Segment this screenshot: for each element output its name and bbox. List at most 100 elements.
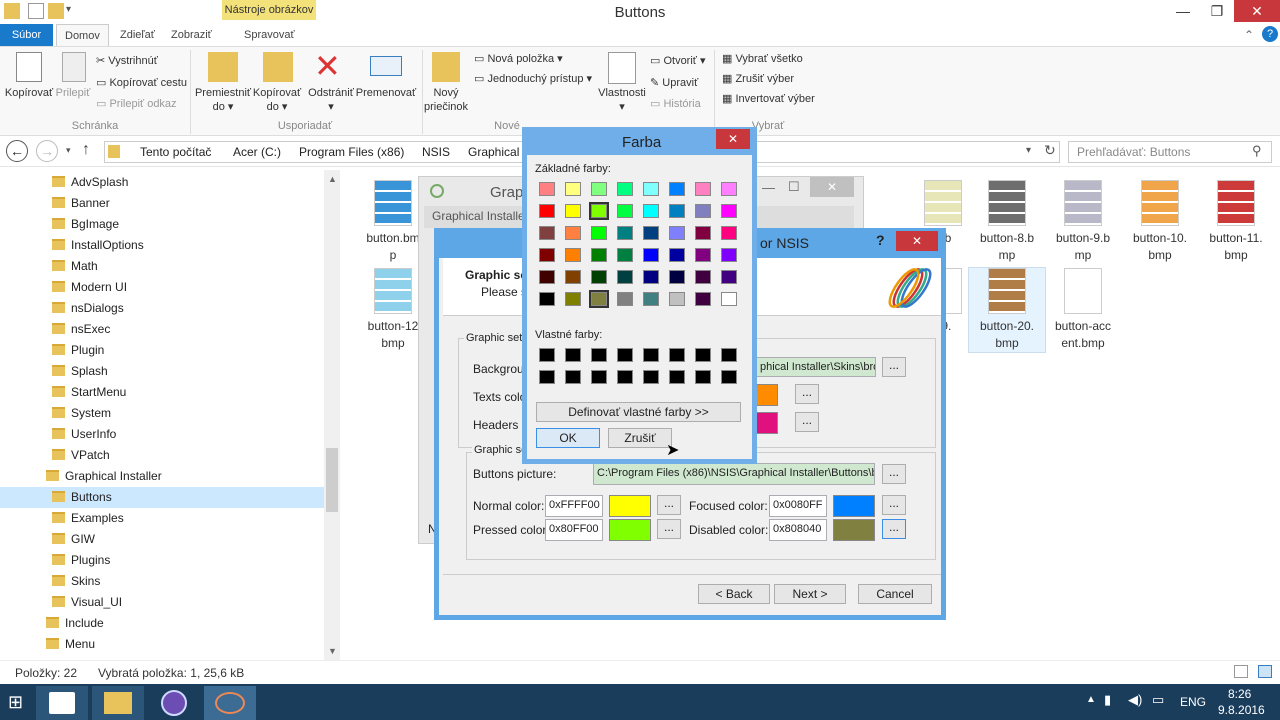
- normal-color-input[interactable]: 0xFFFF00: [545, 495, 603, 517]
- custom-color-swatch[interactable]: [565, 370, 581, 384]
- focused-color-browse-button[interactable]: ...: [882, 495, 906, 515]
- nav-item-bgimage[interactable]: BgImage: [0, 214, 324, 235]
- basic-color-swatch[interactable]: [617, 182, 633, 196]
- search-input[interactable]: Prehľadávať: Buttons: [1068, 141, 1272, 163]
- nav-item-installoptions[interactable]: InstallOptions: [0, 235, 324, 256]
- basic-color-swatch[interactable]: [643, 204, 659, 218]
- clock-date[interactable]: 9.8.2016: [1218, 703, 1265, 717]
- buttons-picture-input[interactable]: C:\Program Files (x86)\NSIS\Graphical In…: [593, 463, 875, 485]
- nav-item-nsdialogs[interactable]: nsDialogs: [0, 298, 324, 319]
- nav-item-banner[interactable]: Banner: [0, 193, 324, 214]
- open-button[interactable]: ▭ Otvoriť ▾: [650, 54, 706, 67]
- custom-color-swatch[interactable]: [565, 348, 581, 362]
- file-button-11[interactable]: button-11. bmp: [1198, 180, 1274, 264]
- new-folder-icon[interactable]: [48, 3, 64, 19]
- nav-item-modern-ui[interactable]: Modern UI: [0, 277, 324, 298]
- basic-color-swatch[interactable]: [669, 204, 685, 218]
- custom-color-swatch[interactable]: [591, 348, 607, 362]
- nav-item-buttons[interactable]: Buttons: [0, 487, 324, 508]
- ribbon-collapse-icon[interactable]: ⌃: [1244, 28, 1254, 42]
- nav-item-plugin[interactable]: Plugin: [0, 340, 324, 361]
- tab-share[interactable]: Zdieľať: [112, 24, 163, 46]
- file-button-9[interactable]: button-9.b mp: [1045, 180, 1121, 264]
- basic-color-swatch[interactable]: [539, 204, 555, 218]
- define-custom-colors-button[interactable]: Definovať vlastné farby >>: [536, 402, 741, 422]
- background-path-input[interactable]: phical Installer\Skins\bro: [756, 357, 876, 377]
- basic-color-swatch[interactable]: [695, 248, 711, 262]
- tab-view[interactable]: Zobraziť: [163, 24, 220, 46]
- address-dropdown-icon[interactable]: ▾: [1026, 145, 1031, 156]
- pressed-color-browse-button[interactable]: ...: [657, 519, 681, 539]
- basic-color-swatch[interactable]: [617, 226, 633, 240]
- nav-item-giw[interactable]: GIW: [0, 529, 324, 550]
- basic-color-swatch[interactable]: [565, 270, 581, 284]
- headers-color-browse-button[interactable]: ...: [795, 412, 819, 432]
- basic-color-swatch[interactable]: [669, 292, 685, 306]
- custom-color-swatch[interactable]: [617, 348, 633, 362]
- large-icons-view-icon[interactable]: [1258, 665, 1272, 678]
- taskbar-explorer-icon[interactable]: [92, 686, 144, 720]
- basic-color-swatch[interactable]: [643, 292, 659, 306]
- custom-color-swatch[interactable]: [643, 348, 659, 362]
- nav-item-nsexec[interactable]: nsExec: [0, 319, 324, 340]
- search-icon[interactable]: ⚲: [1252, 143, 1262, 159]
- basic-color-swatch[interactable]: [721, 226, 737, 240]
- basic-color-swatch[interactable]: [669, 226, 685, 240]
- up-icon[interactable]: ↑: [82, 141, 90, 159]
- nav-item-userinfo[interactable]: UserInfo: [0, 424, 324, 445]
- copy-button[interactable]: Kopírovať: [4, 86, 54, 100]
- disabled-color-input[interactable]: 0x808040: [769, 519, 827, 541]
- nav-item-splash[interactable]: Splash: [0, 361, 324, 382]
- rename-button[interactable]: Premenovať: [354, 86, 418, 100]
- next-button[interactable]: Next >: [774, 584, 846, 604]
- custom-color-swatch[interactable]: [669, 370, 685, 384]
- breadcrumb-graphical[interactable]: Graphical: [468, 145, 519, 159]
- power-icon[interactable]: ▮: [1104, 692, 1111, 708]
- basic-color-swatch[interactable]: [591, 226, 607, 240]
- nav-item-plugins[interactable]: Plugins: [0, 550, 324, 571]
- tab-file[interactable]: Súbor: [0, 24, 53, 46]
- nav-item-system[interactable]: System: [0, 403, 324, 424]
- tab-home[interactable]: Domov: [56, 24, 109, 46]
- basic-color-swatch[interactable]: [617, 204, 633, 218]
- copy-to-button[interactable]: Kopírovať do ▾: [251, 86, 303, 114]
- basic-color-swatch[interactable]: [565, 292, 581, 306]
- file-button-8[interactable]: button-8.b mp: [969, 180, 1045, 264]
- volume-icon[interactable]: ◀): [1128, 692, 1142, 708]
- back-button[interactable]: < Back: [698, 584, 770, 604]
- select-none-button[interactable]: ▦ Zrušiť výber: [722, 72, 794, 85]
- chevron-down-icon[interactable]: ▾: [66, 4, 71, 15]
- nav-item-visual-ui[interactable]: Visual_UI: [0, 592, 324, 613]
- custom-color-swatch[interactable]: [669, 348, 685, 362]
- basic-color-swatch[interactable]: [695, 182, 711, 196]
- select-all-button[interactable]: ▦ Vybrať všetko: [722, 52, 803, 65]
- basic-color-swatch[interactable]: [591, 248, 607, 262]
- close-button[interactable]: ✕: [810, 177, 854, 197]
- scroll-down-icon[interactable]: ▼: [328, 646, 337, 656]
- minimize-button[interactable]: —: [762, 180, 775, 195]
- buttons-picture-browse-button[interactable]: ...: [882, 464, 906, 484]
- maximize-button[interactable]: ☐: [788, 179, 800, 195]
- basic-color-swatch[interactable]: [643, 270, 659, 284]
- custom-color-swatch[interactable]: [539, 370, 555, 384]
- color-picker-close-button[interactable]: ✕: [716, 129, 750, 149]
- breadcrumb-program-files[interactable]: Program Files (x86): [299, 145, 404, 159]
- basic-color-swatch[interactable]: [591, 182, 607, 196]
- custom-color-swatch[interactable]: [695, 370, 711, 384]
- basic-color-swatch[interactable]: [617, 248, 633, 262]
- nav-item-startmenu[interactable]: StartMenu: [0, 382, 324, 403]
- properties-button[interactable]: Vlastnosti ▾: [598, 86, 646, 114]
- custom-color-swatch[interactable]: [721, 348, 737, 362]
- history-button[interactable]: ▭ História: [650, 97, 701, 110]
- tray-expand-icon[interactable]: ▲: [1086, 694, 1096, 705]
- network-icon[interactable]: ▭: [1152, 692, 1164, 708]
- cut-button[interactable]: ✂ Vystrihnúť: [96, 54, 158, 67]
- basic-color-swatch[interactable]: [669, 270, 685, 284]
- basic-color-swatch[interactable]: [721, 292, 737, 306]
- basic-color-swatch[interactable]: [539, 270, 555, 284]
- nav-item-advsplash[interactable]: AdvSplash: [0, 172, 324, 193]
- normal-color-browse-button[interactable]: ...: [657, 495, 681, 515]
- custom-color-swatch[interactable]: [721, 370, 737, 384]
- nav-item-graphical-installer[interactable]: Graphical Installer: [0, 466, 324, 487]
- invert-selection-button[interactable]: ▦ Invertovať výber: [722, 92, 815, 105]
